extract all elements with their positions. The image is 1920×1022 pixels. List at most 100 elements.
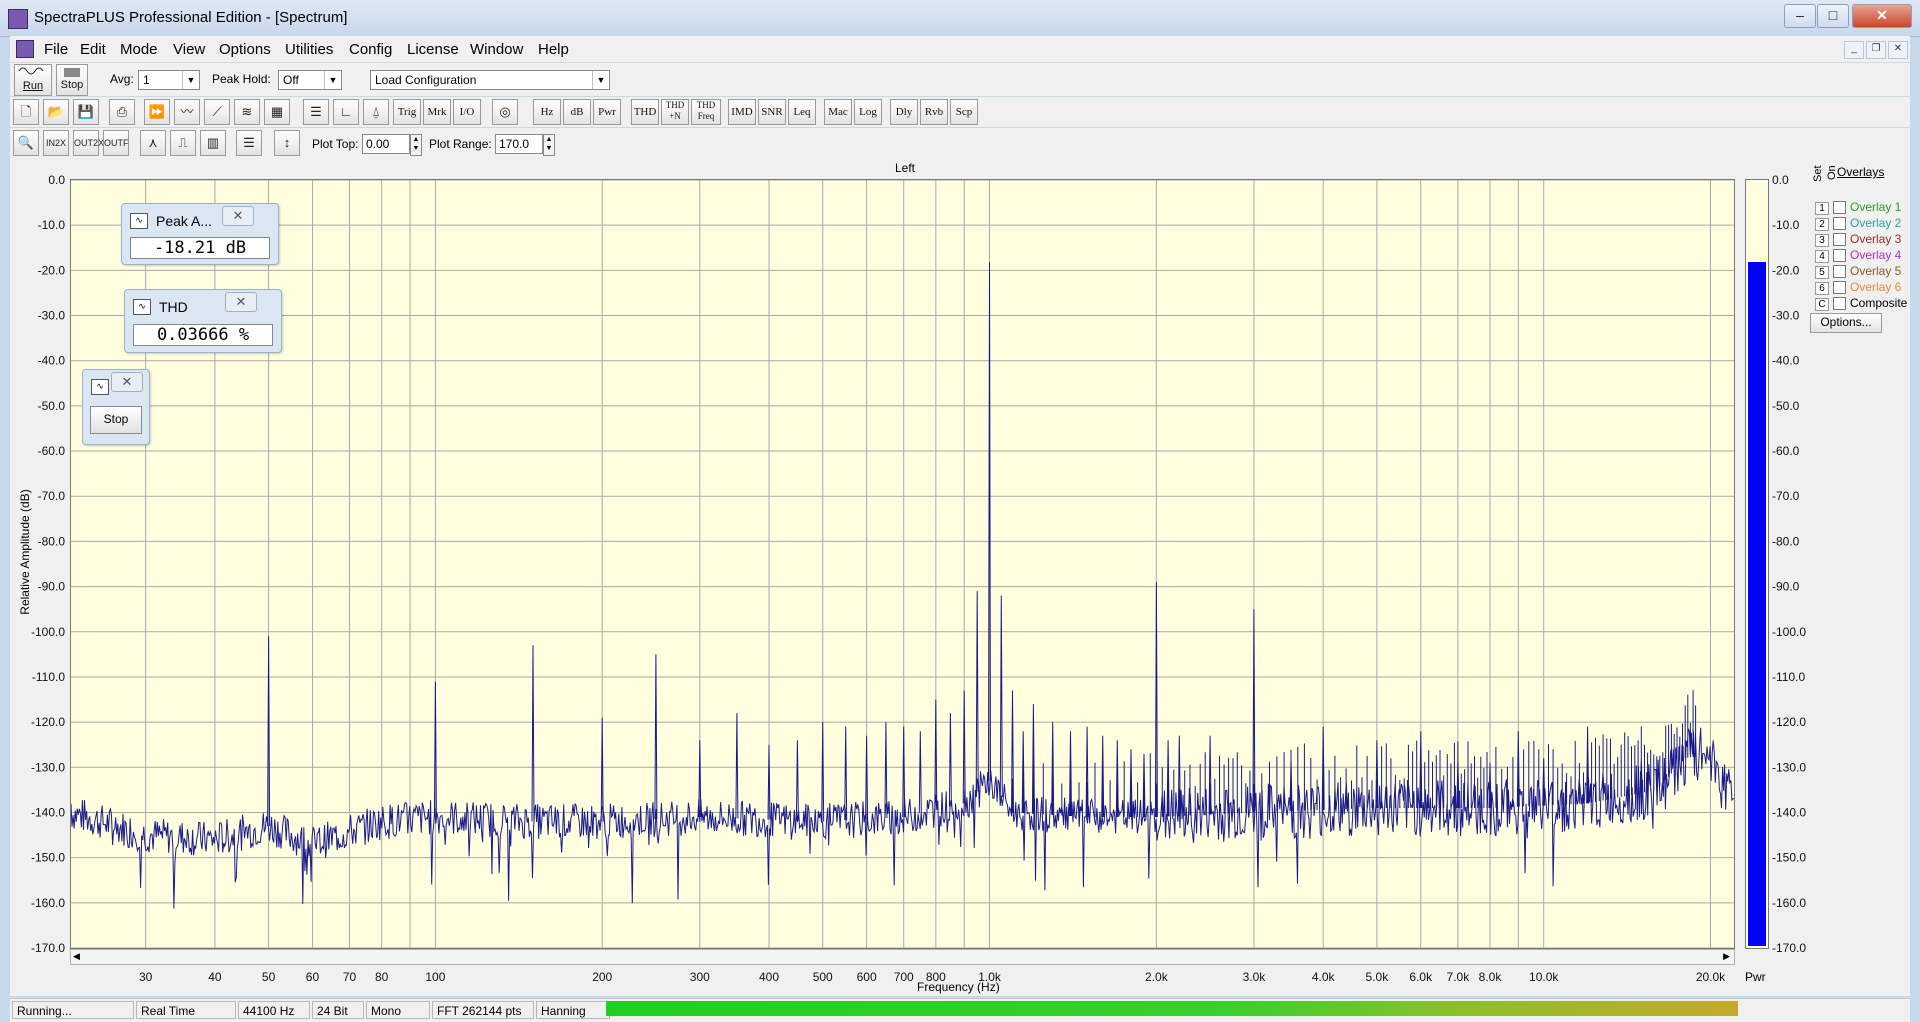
spectrum-trace (71, 262, 1734, 909)
widget-wave-icon: ∿ (133, 299, 151, 315)
x-tick-label: 20.0k (1696, 970, 1726, 984)
overlay-checkbox[interactable] (1833, 297, 1846, 311)
x-tick-label: 10.0k (1529, 970, 1559, 984)
overlay-label: Overlay 1 (1850, 200, 1902, 214)
overlay-checkbox[interactable] (1833, 249, 1846, 263)
x-tick-label: 30 (139, 970, 153, 984)
y-tick-label: -80.0 (38, 534, 66, 548)
y-tick-label: -130.0 (31, 760, 65, 774)
y-tick-label: -170.0 (31, 941, 65, 955)
status-window: Hanning (536, 1001, 610, 1019)
spectrum-plot[interactable] (70, 179, 1735, 949)
horizontal-scrollbar[interactable]: ◀ ▶ (70, 949, 1735, 965)
overlay-checkbox[interactable] (1833, 201, 1846, 215)
overlay-label: Overlay 6 (1850, 280, 1902, 294)
overlay-row[interactable]: 2 Overlay 2 (1815, 216, 1901, 232)
stop-widget[interactable]: ∿ ✕ Stop (82, 369, 150, 445)
overlay-checkbox[interactable] (1833, 265, 1846, 279)
overlay-set-key[interactable]: C (1815, 298, 1829, 311)
overlay-set-key[interactable]: 2 (1815, 218, 1829, 231)
meter-tick-label: -20.0 (1772, 263, 1800, 277)
overlay-row[interactable]: 6 Overlay 6 (1815, 280, 1901, 296)
meter-tick-label: -110.0 (1772, 670, 1805, 684)
y-tick-label: -50.0 (38, 399, 66, 413)
thd-widget-value: 0.03666 % (133, 324, 273, 346)
overlay-set-key[interactable]: 4 (1815, 250, 1829, 263)
meter-tick-label: -160.0 (1772, 896, 1806, 910)
meter-tick-label: -140.0 (1772, 805, 1806, 819)
overlay-row[interactable]: 4 Overlay 4 (1815, 248, 1901, 264)
meter-tick-label: -120.0 (1772, 715, 1806, 729)
status-bits: 24 Bit (312, 1001, 364, 1019)
overlay-checkbox[interactable] (1833, 217, 1846, 231)
overlay-set-key[interactable]: 1 (1815, 202, 1829, 215)
x-axis-label: Frequency (Hz) (917, 980, 1000, 994)
close-icon[interactable]: ✕ (222, 206, 254, 226)
overlay-row[interactable]: 3 Overlay 3 (1815, 232, 1901, 248)
meter-tick-label: -50.0 (1772, 399, 1800, 413)
overlay-label: Overlay 4 (1850, 248, 1902, 262)
widget-stop-button[interactable]: Stop (90, 406, 142, 434)
level-meter (1745, 179, 1769, 949)
overlay-checkbox[interactable] (1833, 233, 1846, 247)
status-mode: Real Time (136, 1001, 236, 1019)
y-tick-label: -120.0 (31, 715, 65, 729)
overlay-label: Overlay 5 (1850, 264, 1902, 278)
y-tick-label: -20.0 (38, 263, 66, 277)
x-tick-label: 700 (894, 970, 914, 984)
meter-tick-label: -30.0 (1772, 309, 1800, 323)
overlay-checkbox[interactable] (1833, 281, 1846, 295)
x-tick-label: 80 (375, 970, 389, 984)
thd-widget[interactable]: ∿ THD ✕ 0.03666 % (124, 289, 282, 353)
y-tick-label: -60.0 (38, 444, 66, 458)
x-tick-label: 5.0k (1366, 970, 1390, 984)
meter-label: Pwr (1745, 970, 1766, 984)
overlay-row[interactable]: 1 Overlay 1 (1815, 200, 1901, 216)
overlay-set-key[interactable]: 3 (1815, 234, 1829, 247)
thd-widget-title: THD (159, 299, 188, 315)
y-tick-label: -110.0 (32, 670, 65, 684)
status-fft: FFT 262144 pts (432, 1001, 534, 1019)
overlays-options-button[interactable]: Options... (1810, 313, 1882, 333)
meter-tick-label: -60.0 (1772, 444, 1800, 458)
spectrum-svg (71, 180, 1734, 948)
meter-tick-label: -130.0 (1772, 760, 1806, 774)
overlay-row[interactable]: C Composite (1815, 296, 1907, 312)
scroll-left-icon[interactable]: ◀ (73, 951, 80, 962)
level-meter-fill (1748, 262, 1766, 946)
widget-wave-icon: ∿ (130, 213, 148, 229)
overlay-set-key[interactable]: 5 (1815, 266, 1829, 279)
input-level-bar (606, 1001, 1738, 1016)
status-rate: 44100 Hz (238, 1001, 310, 1019)
x-tick-label: 500 (813, 970, 833, 984)
meter-tick-label: -170.0 (1772, 941, 1806, 955)
close-icon[interactable]: ✕ (111, 372, 143, 392)
meter-tick-label: -100.0 (1772, 625, 1806, 639)
overlay-row[interactable]: 5 Overlay 5 (1815, 264, 1901, 280)
y-tick-label: -70.0 (38, 489, 66, 503)
overlay-label: Overlay 2 (1850, 216, 1902, 230)
y-tick-label: -10.0 (38, 218, 66, 232)
y-tick-label: -160.0 (31, 896, 65, 910)
x-tick-label: 200 (592, 970, 612, 984)
meter-tick-label: -90.0 (1772, 580, 1800, 594)
y-tick-label: 0.0 (48, 173, 65, 187)
meter-tick-label: -40.0 (1772, 354, 1800, 368)
y-tick-label: -140.0 (31, 805, 65, 819)
x-tick-label: 4.0k (1312, 970, 1336, 984)
y-tick-label: -30.0 (38, 309, 66, 323)
overlay-set-key[interactable]: 6 (1815, 282, 1829, 295)
y-tick-label: -40.0 (38, 354, 66, 368)
meter-tick-label: -70.0 (1772, 489, 1800, 503)
scroll-right-icon[interactable]: ▶ (1723, 951, 1730, 962)
peak-amplitude-widget[interactable]: ∿ Peak A... ✕ -18.21 dB (121, 203, 279, 265)
close-icon[interactable]: ✕ (225, 292, 257, 312)
overlay-label: Overlay 3 (1850, 232, 1902, 246)
overlays-header[interactable]: Overlays (1837, 165, 1884, 179)
overlays-set-label: Set (1812, 165, 1824, 182)
meter-tick-label: -150.0 (1772, 851, 1806, 865)
x-tick-label: 60 (306, 970, 320, 984)
status-channels: Mono (366, 1001, 430, 1019)
meter-tick-label: -10.0 (1772, 218, 1800, 232)
y-tick-label: -90.0 (38, 580, 66, 594)
